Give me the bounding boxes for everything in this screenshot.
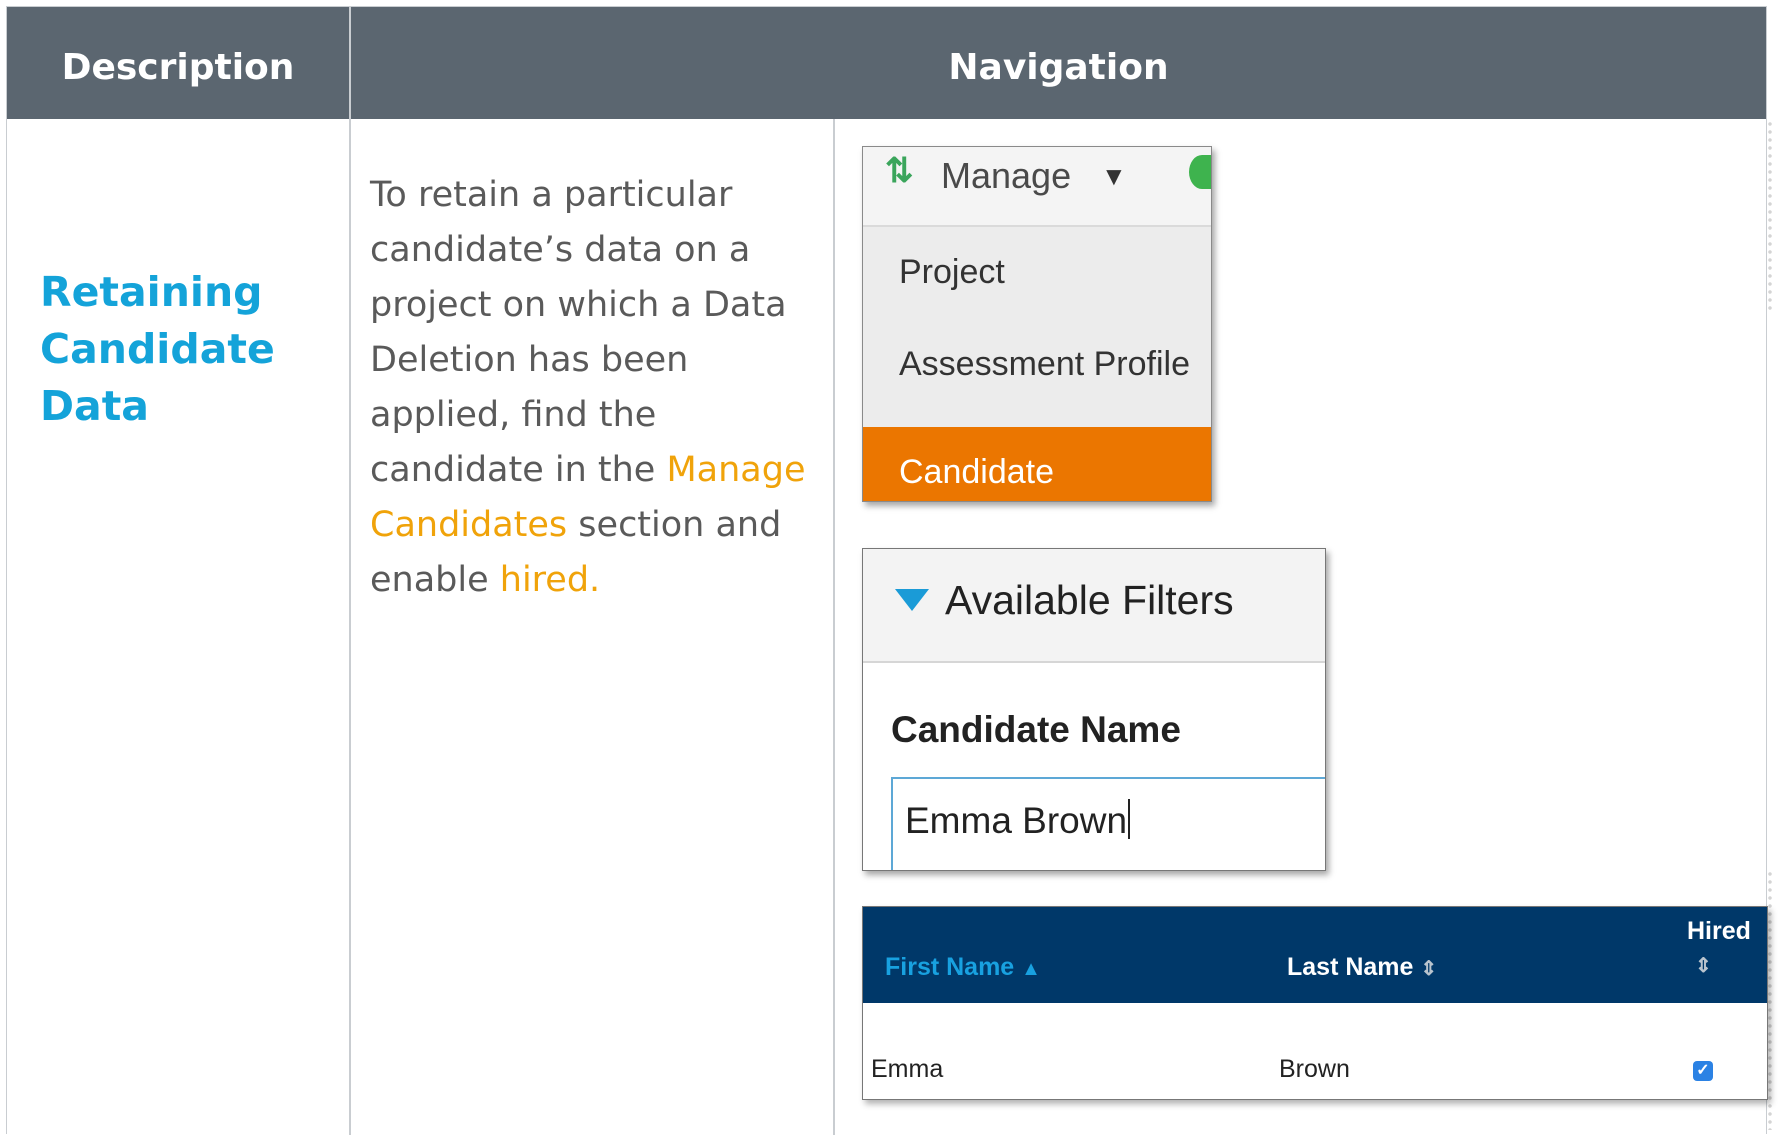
column-first-name[interactable]: First Name ▲ — [885, 953, 1041, 982]
candidates-table-header: First Name ▲ Last Name ⇕ Hired ⇕ — [863, 907, 1767, 1003]
row-title: Retaining Candidate Data — [40, 268, 275, 430]
partial-green-icon — [1189, 155, 1211, 189]
menu-item-assessment-profile[interactable]: Assessment Profile — [863, 319, 1211, 409]
column-last-name[interactable]: Last Name ⇕ — [1287, 953, 1437, 982]
cell-last-name: Brown — [1279, 1055, 1350, 1083]
filters-header[interactable]: Available Filters — [863, 549, 1325, 663]
filters-title: Available Filters — [945, 577, 1234, 623]
candidate-name-text: Emma Brown — [905, 800, 1128, 841]
candidates-table-screenshot: First Name ▲ Last Name ⇕ Hired ⇕ Emma Br… — [862, 906, 1768, 1100]
caret-down-icon[interactable] — [895, 589, 929, 611]
last-name-header: Last Name — [1287, 953, 1414, 981]
menu-item-candidate[interactable]: Candidate — [863, 427, 1211, 501]
hired-link[interactable]: hired. — [500, 560, 600, 600]
cell-first-name: Emma — [871, 1055, 944, 1083]
row-description: To retain a particular candidate’s data … — [370, 168, 830, 608]
sort-asc-icon[interactable]: ▲ — [1021, 958, 1041, 980]
manage-menu-label[interactable]: Manage — [941, 155, 1071, 197]
filters-screenshot: Available Filters Candidate Name Emma Br… — [862, 548, 1326, 871]
candidate-name-label: Candidate Name — [891, 709, 1181, 750]
table-header: Description Navigation — [7, 7, 1766, 119]
divider-description — [349, 7, 351, 1135]
candidate-name-input[interactable]: Emma Brown — [891, 777, 1325, 870]
decorative-dots-top — [1766, 120, 1776, 310]
hired-checkbox[interactable]: ✓ — [1693, 1061, 1713, 1081]
manage-menu-screenshot: ⇅ Manage ▼ Project Assessment Profile Ca… — [862, 146, 1212, 502]
description-text-start: To retain a particular candidate’s data … — [370, 175, 787, 490]
column-header-description: Description — [61, 47, 295, 88]
chevron-down-icon[interactable]: ▼ — [1101, 161, 1127, 192]
sort-icon[interactable]: ⇕ — [1420, 958, 1437, 980]
column-hired[interactable]: Hired — [1687, 917, 1751, 946]
divider-navigation — [833, 119, 835, 1135]
candidate-name-value: Emma Brown — [905, 799, 1131, 842]
manage-menu-bar[interactable]: ⇅ Manage ▼ — [863, 147, 1211, 227]
move-arrows-icon: ⇅ — [885, 152, 914, 190]
first-name-header: First Name — [885, 953, 1015, 981]
column-header-navigation: Navigation — [948, 47, 1169, 88]
menu-item-project[interactable]: Project — [863, 227, 1211, 317]
sort-icon[interactable]: ⇕ — [1695, 953, 1712, 978]
text-cursor — [1128, 799, 1131, 839]
